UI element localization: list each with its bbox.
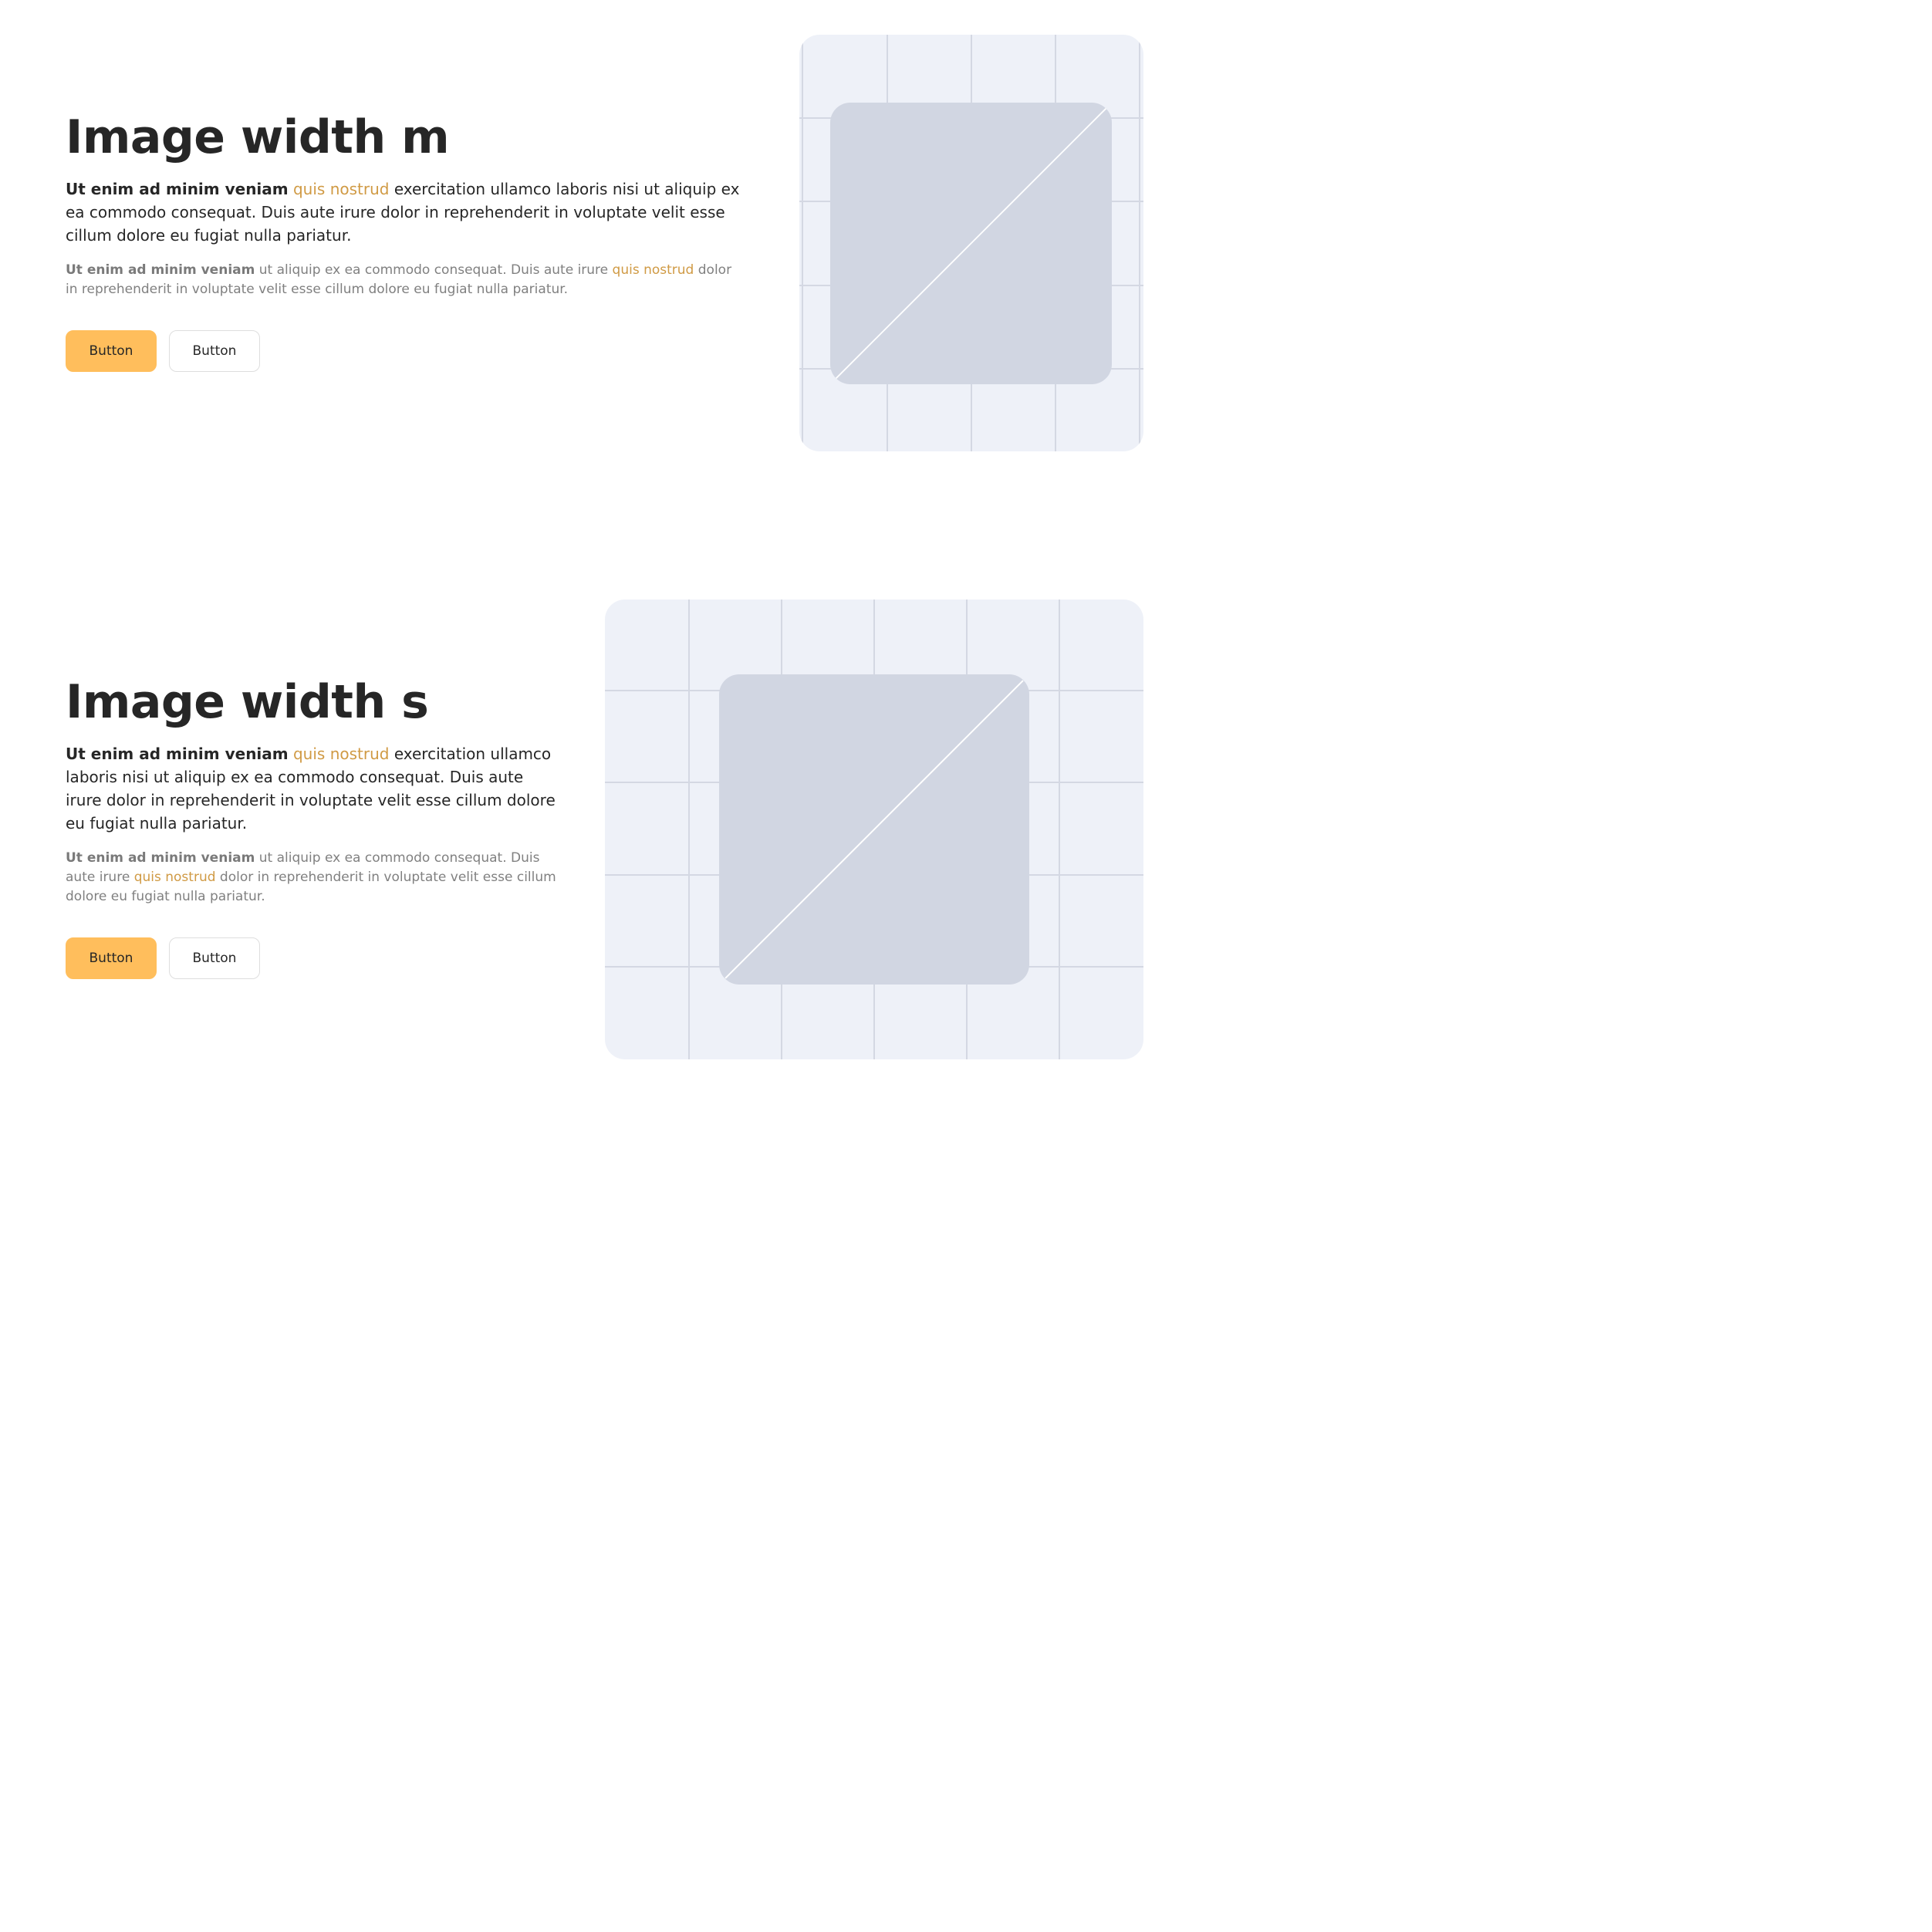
section-title: Image width m	[66, 110, 450, 164]
sub-bold: Ut enim ad minim veniam	[66, 850, 255, 866]
sub-accent-link: quis nostrud	[133, 870, 216, 885]
feature-section-m: Image width m Ut enim ad minim veniam qu…	[0, 0, 1204, 494]
primary-button[interactable]: Button	[66, 330, 157, 372]
button-group: Button Button	[66, 937, 559, 979]
lead-accent-link: quis nostrud	[292, 180, 390, 198]
image-placeholder-icon	[830, 103, 1112, 384]
grid-line	[1059, 600, 1060, 1059]
text-block: Image width s Ut enim ad minim veniam qu…	[66, 673, 559, 979]
lead-paragraph: Ut enim ad minim veniam quis nostrud exe…	[66, 742, 559, 835]
sub-paragraph: Ut enim ad minim veniam ut aliquip ex ea…	[66, 261, 745, 299]
image-frame	[605, 600, 1143, 1059]
grid-line	[802, 35, 803, 451]
lead-paragraph: Ut enim ad minim veniam quis nostrud exe…	[66, 177, 745, 247]
primary-button[interactable]: Button	[66, 937, 157, 979]
section-title: Image width s	[66, 675, 429, 729]
lead-bold: Ut enim ad minim veniam	[66, 180, 289, 198]
text-block: Image width m Ut enim ad minim veniam qu…	[66, 108, 745, 372]
sub-accent-link: quis nostrud	[612, 262, 694, 278]
button-group: Button Button	[66, 330, 745, 372]
secondary-button[interactable]: Button	[169, 330, 260, 372]
image-placeholder-icon	[719, 674, 1029, 985]
sub-text-1: ut aliquip ex ea commodo consequat. Duis…	[258, 262, 609, 278]
grid-line	[1139, 35, 1140, 451]
lead-accent-link: quis nostrud	[292, 745, 390, 763]
diagonal-line	[835, 107, 1107, 380]
diagonal-line	[724, 680, 1024, 979]
image-frame	[799, 35, 1143, 451]
lead-bold: Ut enim ad minim veniam	[66, 745, 289, 763]
sub-paragraph: Ut enim ad minim veniam ut aliquip ex ea…	[66, 849, 559, 907]
secondary-button[interactable]: Button	[169, 937, 260, 979]
grid-line	[688, 600, 690, 1059]
sub-bold: Ut enim ad minim veniam	[66, 262, 255, 278]
